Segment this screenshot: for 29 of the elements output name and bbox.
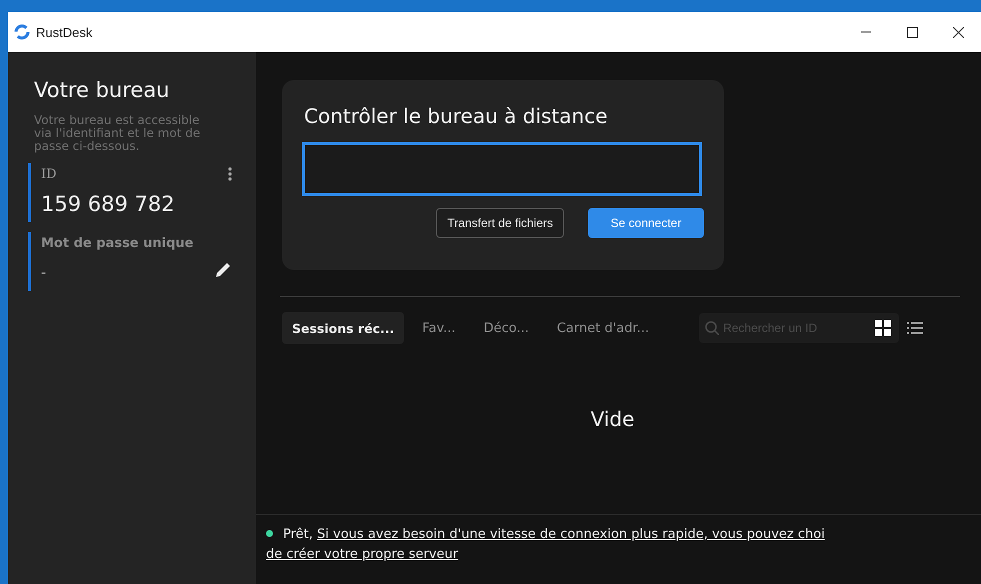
password-label: Mot de passe unique: [41, 236, 194, 251]
grid-view-button[interactable]: [867, 313, 900, 343]
app-logo-icon: [14, 24, 30, 40]
window-title: RustDesk: [36, 24, 92, 40]
server-link[interactable]: de créer votre propre serveur: [266, 547, 458, 562]
maximize-icon: [906, 26, 918, 38]
id-input-field[interactable]: [302, 142, 702, 196]
list-icon: [907, 321, 924, 335]
id-value: 159 689 782: [41, 192, 175, 216]
card-title: Contrôler le bureau à distance: [304, 104, 609, 128]
tab[interactable]: Sessions réc...: [282, 312, 404, 344]
section-title: Votre bureau: [34, 78, 170, 102]
password-value: -: [41, 265, 46, 281]
id-label: ID: [41, 167, 57, 182]
connect-button[interactable]: Se connecter: [588, 208, 704, 238]
close-icon: [952, 26, 964, 38]
tab[interactable]: Fav...: [412, 312, 466, 344]
empty-message: Vide: [590, 407, 634, 431]
tab[interactable]: Déco...: [474, 312, 539, 344]
description-text: Votre bureau est accessible via l'identifiant et le mot de passe ci-dessous.: [34, 114, 202, 153]
search-icon: [705, 321, 720, 335]
file-transfer-button[interactable]: Transfert de fichiers: [436, 208, 564, 238]
pencil-icon[interactable]: [214, 261, 232, 279]
server-link[interactable]: Si vous avez besoin d'une vitesse de connexion plus rapide, vous pouvez choi: [317, 527, 825, 542]
list-view-button[interactable]: [905, 319, 926, 337]
status-text: Prêt, Si vous avez besoin d'une vitesse de connexion plus rapide, vous pouvez choi: [266, 525, 981, 545]
tab[interactable]: Carnet d'adr...: [546, 312, 660, 344]
more-icon[interactable]: [228, 167, 232, 181]
grid-icon: [875, 320, 892, 336]
